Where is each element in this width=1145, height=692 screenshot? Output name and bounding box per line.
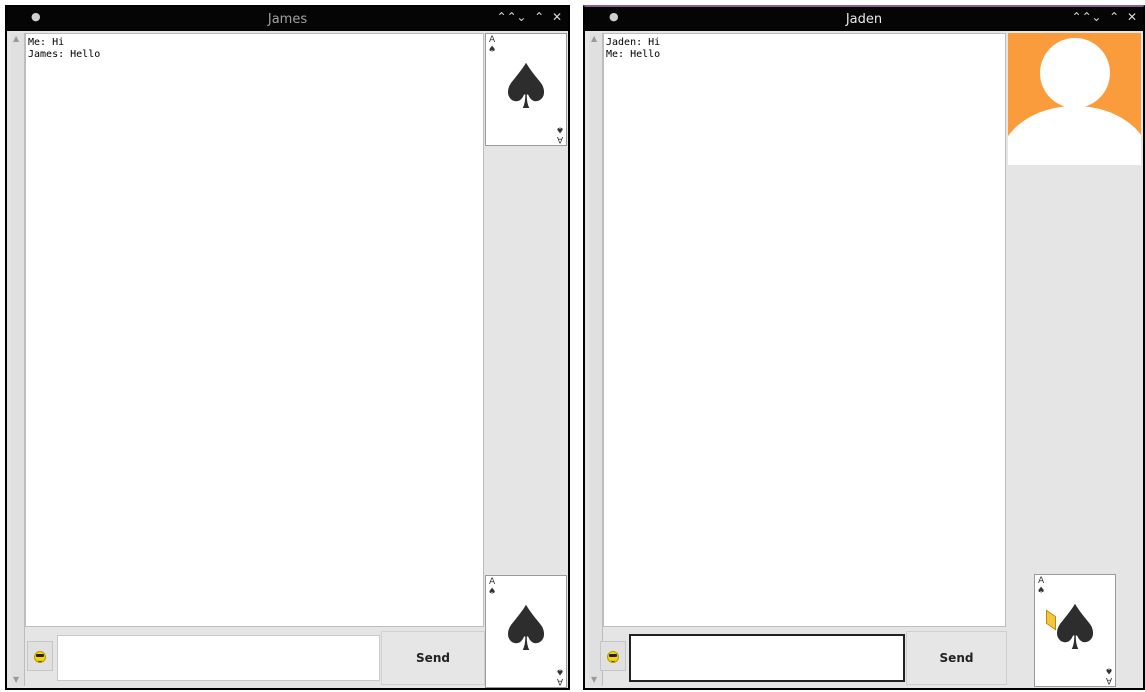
send-button[interactable]: Send — [906, 631, 1007, 685]
avatar-head-icon — [1040, 38, 1110, 108]
close-icon[interactable]: ✕ — [1125, 10, 1139, 24]
emoji-button[interactable] — [27, 641, 53, 671]
playing-card-ace-of-spades: A ♠ ♠ A ♠ — [485, 33, 567, 146]
chat-message: James: Hello — [28, 49, 101, 60]
avatar-body-icon — [1008, 106, 1141, 165]
card-corner-bottom: A ♠ — [555, 124, 564, 144]
send-button[interactable]: Send — [381, 631, 485, 685]
minimize-icon[interactable]: ⌄ — [1089, 10, 1103, 24]
title-bar: ● James ⌃⌃ ⌄ ⌃ ✕ — [7, 7, 568, 31]
emoji-button[interactable] — [600, 641, 626, 671]
maximize-icon[interactable]: ⌃ — [532, 10, 546, 24]
scroll-down-icon[interactable]: ▼ — [13, 675, 19, 684]
scroll-up-icon[interactable]: ▲ — [591, 34, 597, 43]
scroll-down-icon[interactable]: ▼ — [591, 675, 597, 684]
spade-icon: ♠ — [498, 592, 554, 665]
chat-message: Me: Hello — [606, 49, 661, 60]
spade-icon: ♠ — [1047, 591, 1103, 664]
chat-history[interactable]: Me: Hi James: Hello — [25, 33, 484, 627]
shade-icon[interactable]: ⌃⌃ — [497, 10, 517, 24]
shade-icon[interactable]: ⌃⌃ — [1072, 10, 1092, 24]
chat-message: Jaden: Hi — [606, 37, 661, 48]
smiley-icon — [34, 651, 46, 663]
chat-window-james: ● James ⌃⌃ ⌄ ⌃ ✕ ▲ ▼ Me: Hi James: Hello… — [5, 5, 570, 690]
smiley-icon — [607, 651, 619, 663]
chat-history[interactable]: Jaden: Hi Me: Hello — [603, 33, 1006, 627]
maximize-icon[interactable]: ⌃ — [1107, 10, 1121, 24]
card-corner-bottom: A ♠ — [1104, 665, 1113, 685]
playing-card-ace-of-spades[interactable]: A ♠ ♠ A ♠ — [1034, 574, 1116, 687]
window-controls: ⌃⌃ ⌄ ⌃ ✕ — [1072, 10, 1139, 24]
chat-scrollbar[interactable]: ▲ ▼ — [589, 33, 603, 686]
scroll-up-icon[interactable]: ▲ — [13, 34, 19, 43]
window-title: James — [267, 12, 308, 27]
chat-window-jaden: ● Jaden ⌃⌃ ⌄ ⌃ ✕ ▲ ▼ Jaden: Hi Me: Hello… — [583, 5, 1145, 690]
avatar — [1008, 33, 1141, 165]
window-title: Jaden — [845, 12, 883, 27]
window-controls: ⌃⌃ ⌄ ⌃ ✕ — [497, 10, 564, 24]
message-input[interactable] — [629, 634, 905, 682]
minimize-icon[interactable]: ⌄ — [514, 10, 528, 24]
close-icon[interactable]: ✕ — [550, 10, 564, 24]
playing-card-ace-of-spades: A ♠ ♠ A ♠ — [485, 575, 567, 688]
spade-icon: ♠ — [498, 50, 554, 123]
chat-message: Me: Hi — [28, 37, 65, 48]
message-input[interactable] — [57, 635, 380, 681]
title-bar: ● Jaden ⌃⌃ ⌄ ⌃ ✕ — [585, 7, 1143, 31]
chat-scrollbar[interactable]: ▲ ▼ — [11, 33, 25, 686]
card-corner-bottom: A ♠ — [555, 666, 564, 686]
